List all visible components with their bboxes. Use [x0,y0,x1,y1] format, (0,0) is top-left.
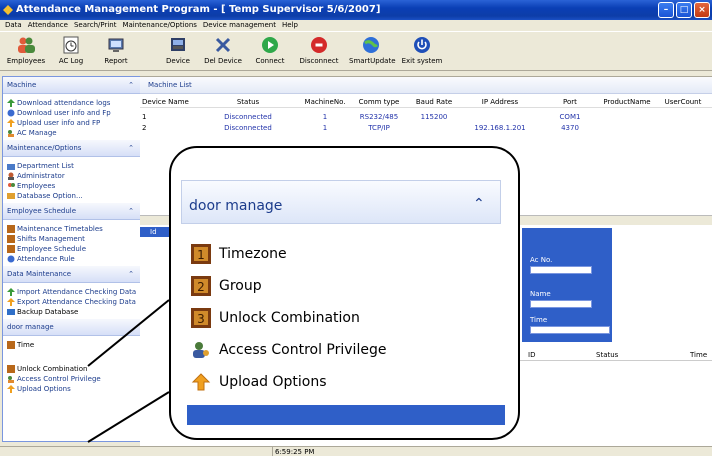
people-key-icon [193,342,209,358]
zoom-footer-bar [187,405,505,425]
svg-text:3: 3 [197,312,205,326]
double-chevron-up-icon[interactable]: ⌃ [473,196,485,212]
unlock-3-icon: 3 [191,308,211,328]
svg-text:2: 2 [197,280,205,294]
svg-text:1: 1 [197,248,205,262]
timezone-1-icon: 1 [191,244,211,264]
status-clock: 6:59:25 PM [272,447,392,456]
zoom-section-title: door manage [189,198,283,214]
group-2-icon: 2 [191,276,211,296]
status-bar: 6:59:25 PM [0,446,712,456]
up-arrow-icon [191,373,211,391]
door-manage-zoom-callout: door manage ⌃ 1 Timezone 2 Group 3 Unloc… [169,146,520,440]
